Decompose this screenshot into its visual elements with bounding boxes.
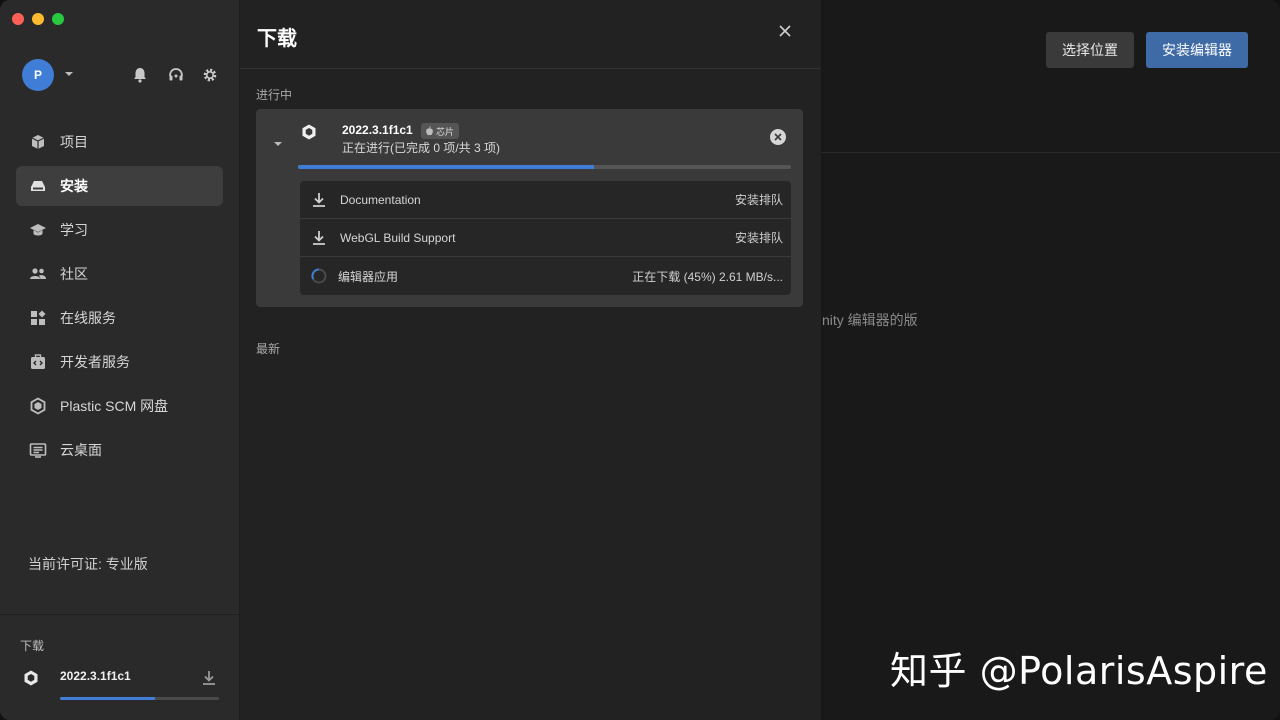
download-status: 正在进行(已完成 0 项/共 3 项) [342,141,501,155]
license-label: 当前许可证: 专业版 [28,556,148,572]
download-icon [313,231,325,245]
spinner-icon [311,268,327,284]
bell-icon[interactable] [131,66,149,84]
overall-progress-fill [298,165,594,169]
cancel-download-icon[interactable] [769,128,787,146]
sidebar-item-label: 在线服务 [60,310,116,326]
chevron-down-icon[interactable] [62,67,76,81]
module-state: 安装排队 [734,193,783,207]
latest-label: 最新 [256,342,281,356]
code-briefcase-icon [28,352,48,372]
dashboard-grid-icon [28,308,48,328]
sidebar-item-learn[interactable]: 学习 [16,210,223,250]
close-window-button[interactable] [12,13,24,25]
sidebar-item-label: 安装 [60,178,88,194]
sidebar-item-label: 云桌面 [60,442,102,458]
in-progress-label: 进行中 [256,88,293,102]
unity-logo-icon [302,124,316,140]
installs-main: 选择位置 安装编辑器 nity 编辑器的版 [822,0,1280,720]
download-card: 2022.3.1f1c1 芯片 正在进行(已完成 0 项/共 3 项) Docu… [256,109,803,307]
monitor-list-icon [28,440,48,460]
watermark: 知乎 @PolarisAspire [890,649,1268,693]
hard-drive-icon [28,176,48,196]
graduation-cap-icon [28,220,48,240]
download-version: 2022.3.1f1c1 [60,669,131,683]
locate-button[interactable]: 选择位置 [1046,32,1134,68]
module-name: 编辑器应用 [338,269,399,284]
panel-title: 下载 [257,28,297,50]
sidebar-item-community[interactable]: 社区 [16,254,223,294]
sidebar-item-label: 项目 [60,134,88,150]
sidebar: P 项目 安装 学习 社区 在线服务 开发者服务 Plastic SCM 网盘 … [0,0,240,720]
sidebar-item-label: 开发者服务 [60,354,130,370]
download-icon [203,671,215,685]
zoom-window-button[interactable] [52,13,64,25]
app-window: P 项目 安装 学习 社区 在线服务 开发者服务 Plastic SCM 网盘 … [0,0,1280,720]
download-progress-bar [60,697,219,700]
window-controls [12,13,64,25]
list-item: Documentation 安装排队 [300,181,791,219]
sidebar-nav: 项目 安装 学习 社区 在线服务 开发者服务 Plastic SCM 网盘 云桌… [16,122,223,474]
avatar[interactable]: P [22,59,54,91]
apple-icon [426,126,433,136]
minimize-window-button[interactable] [32,13,44,25]
gear-icon[interactable] [201,66,219,84]
sidebar-item-plastic-scm[interactable]: Plastic SCM 网盘 [16,386,223,426]
module-name: WebGL Build Support [340,230,456,245]
downloads-title: 下载 [20,639,45,653]
download-icon [313,193,325,207]
sidebar-item-installs[interactable]: 安装 [16,166,223,206]
support-headset-icon[interactable] [167,66,185,84]
list-item: WebGL Build Support 安装排队 [300,219,791,257]
sidebar-downloads[interactable]: 下载 2022.3.1f1c1 [0,614,239,720]
sidebar-item-label: Plastic SCM 网盘 [60,398,169,414]
download-progress-fill [60,697,156,700]
cube-icon [28,132,48,152]
install-editor-button[interactable]: 安装编辑器 [1146,32,1248,68]
people-icon [28,264,48,284]
sidebar-item-projects[interactable]: 项目 [16,122,223,162]
module-list: Documentation 安装排队 WebGL Build Support 安… [300,181,791,295]
sidebar-item-online-services[interactable]: 在线服务 [16,298,223,338]
empty-state-hint: nity 编辑器的版 [822,312,918,328]
sidebar-item-cloud-desktop[interactable]: 云桌面 [16,430,223,470]
list-item: 编辑器应用 正在下载 (45%) 2.61 MB/s... [300,257,791,295]
unity-logo-icon [24,670,38,686]
close-icon[interactable] [776,22,794,40]
sidebar-item-label: 学习 [60,222,88,238]
overall-progress-bar [298,165,791,169]
divider [822,152,1280,153]
chip-label: 芯片 [436,126,455,137]
sidebar-item-label: 社区 [60,266,88,282]
apple-silicon-badge: 芯片 [421,123,460,139]
plastic-scm-icon [28,396,48,416]
editor-version: 2022.3.1f1c1 [342,123,413,137]
module-state: 正在下载 (45%) 2.61 MB/s... [632,269,783,284]
downloads-panel: 下载 进行中 2022.3.1f1c1 芯片 正在进行(已完成 0 项/共 3 … [240,0,822,720]
sidebar-item-developer-services[interactable]: 开发者服务 [16,342,223,382]
panel-header: 下载 [240,0,821,69]
module-state: 安装排队 [734,231,783,245]
user-bar: P [22,59,222,91]
module-name: Documentation [340,192,421,207]
collapse-caret-icon[interactable] [272,138,284,150]
